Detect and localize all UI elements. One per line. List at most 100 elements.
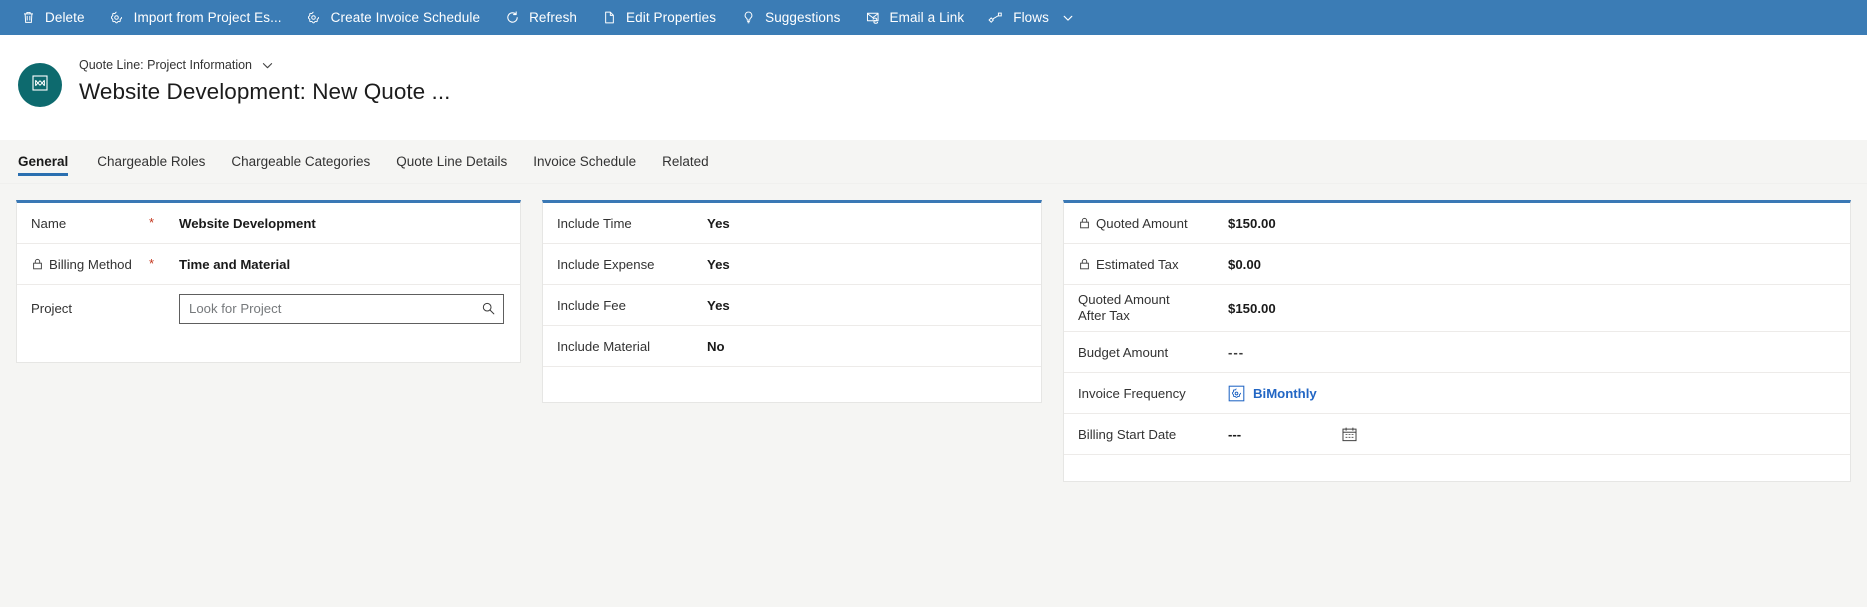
required-indicator-name: *	[149, 215, 155, 230]
field-value-billing-method[interactable]: Time and Material	[179, 257, 520, 272]
field-row-name: Name * Website Development	[17, 203, 520, 244]
entity-label: Quote Line: Project Information	[79, 58, 253, 72]
field-label-quoted-amount: Quoted Amount	[1078, 215, 1228, 232]
field-value-quoted-amount-after-tax: $150.00	[1228, 300, 1276, 316]
email-link-icon	[865, 10, 881, 26]
command-delete-label: Delete	[45, 9, 85, 25]
form-body: Name * Website Development Billing Metho…	[0, 184, 1867, 607]
project-lookup-input[interactable]: Look for Project	[179, 293, 504, 324]
command-create-invoice-schedule-label: Create Invoice Schedule	[330, 9, 481, 25]
command-edit-properties-label: Edit Properties	[626, 9, 717, 25]
field-label-include-material: Include Material	[557, 338, 651, 354]
command-import-from-project-estimates-label: Import from Project Es...	[133, 9, 282, 25]
flows-icon	[988, 10, 1004, 26]
card-amounts: Quoted Amount $150.00 Estimated Tax $0.0…	[1063, 200, 1851, 482]
search-icon[interactable]	[480, 301, 496, 317]
field-row-include-expense: Include Expense Yes	[543, 244, 1041, 285]
tab-chargeable-roles[interactable]: Chargeable Roles	[84, 140, 218, 183]
field-label-project: Project	[31, 301, 73, 316]
optionset-icon	[1228, 385, 1245, 402]
invoice-frequency-link[interactable]: BiMonthly	[1228, 385, 1317, 402]
tab-strip: General Chargeable Roles Chargeable Cate…	[0, 140, 1867, 184]
command-create-invoice-schedule[interactable]: Create Invoice Schedule	[294, 0, 492, 35]
refresh-icon	[504, 10, 520, 26]
billing-start-date-value[interactable]: ---	[1228, 427, 1340, 442]
field-row-quoted-amount-after-tax: Quoted Amount After Tax $150.00	[1064, 285, 1850, 332]
field-label-quoted-amount-after-tax: Quoted Amount After Tax	[1078, 292, 1170, 323]
field-row-project: Project Look for Project	[17, 285, 520, 332]
field-value-name[interactable]: Website Development	[179, 216, 520, 231]
tab-chargeable-categories-label: Chargeable Categories	[231, 154, 371, 169]
command-flows-label: Flows	[1013, 9, 1049, 25]
lock-icon	[1078, 258, 1090, 271]
field-row-include-time: Include Time Yes	[543, 203, 1041, 244]
field-row-billing-start-date: Billing Start Date ---	[1064, 414, 1850, 455]
field-value-estimated-tax: $0.00	[1228, 256, 1262, 272]
card-inclusions-filler	[543, 367, 1041, 395]
field-label-include-fee: Include Fee	[557, 297, 626, 313]
command-email-a-link[interactable]: Email a Link	[853, 0, 977, 35]
lock-icon	[31, 258, 43, 271]
command-delete[interactable]: Delete	[8, 0, 97, 35]
tab-chargeable-roles-label: Chargeable Roles	[97, 154, 206, 169]
tab-quote-line-details-label: Quote Line Details	[396, 154, 508, 169]
lightbulb-icon	[740, 10, 756, 26]
field-label-include-expense: Include Expense	[557, 256, 655, 272]
tab-general-label: General	[18, 154, 69, 169]
command-refresh[interactable]: Refresh	[492, 0, 589, 35]
field-value-budget-amount[interactable]: ---	[1228, 345, 1850, 360]
field-label-budget-amount: Budget Amount	[1078, 344, 1169, 360]
page-edit-icon	[601, 10, 617, 26]
tab-related[interactable]: Related	[649, 140, 722, 183]
field-value-include-fee[interactable]: Yes	[707, 298, 1041, 313]
invoice-frequency-value: BiMonthly	[1253, 385, 1317, 401]
card-inclusions: Include Time Yes Include Expense Yes Inc…	[542, 200, 1042, 403]
tab-chargeable-categories[interactable]: Chargeable Categories	[218, 140, 383, 183]
gear-icon	[306, 10, 322, 26]
field-value-invoice-frequency: BiMonthly	[1228, 385, 1850, 402]
record-header: Quote Line: Project Information Website …	[0, 35, 1867, 140]
field-label-invoice-frequency: Invoice Frequency	[1078, 385, 1186, 401]
quote-line-icon	[30, 73, 50, 98]
field-row-include-material: Include Material No	[543, 326, 1041, 367]
command-email-a-link-label: Email a Link	[889, 9, 965, 25]
tab-general[interactable]: General	[18, 140, 84, 183]
field-label-name: Name	[31, 215, 67, 231]
chevron-down-icon	[1061, 11, 1074, 24]
required-indicator-billing-method: *	[149, 256, 155, 271]
tab-invoice-schedule[interactable]: Invoice Schedule	[520, 140, 649, 183]
field-value-include-material[interactable]: No	[707, 339, 1041, 354]
field-row-invoice-frequency: Invoice Frequency BiMonthly	[1064, 373, 1850, 414]
card-general-details: Name * Website Development Billing Metho…	[16, 200, 521, 363]
field-label-include-time: Include Time	[557, 215, 632, 231]
tab-invoice-schedule-label: Invoice Schedule	[533, 154, 637, 169]
command-refresh-label: Refresh	[529, 9, 578, 25]
chevron-down-icon[interactable]	[260, 58, 274, 72]
avatar	[18, 63, 62, 107]
command-suggestions-label: Suggestions	[765, 9, 841, 25]
field-row-quoted-amount: Quoted Amount $150.00	[1064, 203, 1850, 244]
field-label-estimated-tax: Estimated Tax	[1078, 256, 1228, 273]
command-flows[interactable]: Flows	[976, 0, 1086, 35]
breadcrumb[interactable]: Quote Line: Project Information	[79, 57, 450, 73]
field-value-project: Look for Project	[179, 293, 520, 324]
field-row-estimated-tax: Estimated Tax $0.00	[1064, 244, 1850, 285]
calendar-icon[interactable]	[1340, 425, 1358, 443]
field-value-include-expense[interactable]: Yes	[707, 257, 1041, 272]
tab-quote-line-details[interactable]: Quote Line Details	[383, 140, 520, 183]
field-value-quoted-amount: $150.00	[1228, 215, 1276, 231]
card-amounts-filler	[1064, 455, 1850, 483]
import-icon	[109, 10, 125, 26]
page-title: Website Development: New Quote ...	[79, 79, 451, 104]
tab-related-label: Related	[662, 154, 709, 169]
command-suggestions[interactable]: Suggestions	[728, 0, 852, 35]
command-import-from-project-estimates[interactable]: Import from Project Es...	[97, 0, 294, 35]
field-label-billing-method: Billing Method	[31, 256, 149, 273]
command-edit-properties[interactable]: Edit Properties	[589, 0, 728, 35]
field-label-billing-start-date: Billing Start Date	[1078, 426, 1177, 442]
field-row-include-fee: Include Fee Yes	[543, 285, 1041, 326]
lock-icon	[1078, 217, 1090, 230]
command-bar: Delete Import from Project Es... Create …	[0, 0, 1867, 35]
project-lookup-placeholder: Look for Project	[189, 301, 282, 316]
field-value-include-time[interactable]: Yes	[707, 216, 1041, 231]
